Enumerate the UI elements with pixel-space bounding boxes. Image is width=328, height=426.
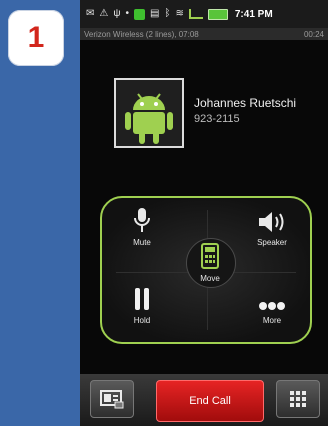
status-time: 7:41 PM <box>234 8 273 20</box>
more-button[interactable]: More <box>242 284 302 325</box>
in-call-controls: Mute Speaker Move Hold More <box>100 196 312 344</box>
call-timer: 00:24 <box>303 29 324 39</box>
contact-card-icon <box>100 390 124 409</box>
speaker-icon <box>259 212 284 232</box>
step-number: 1 <box>27 21 45 54</box>
mute-button[interactable]: Mute <box>112 206 172 247</box>
step-badge: 1 <box>8 10 64 66</box>
app-notification-icon <box>134 8 146 20</box>
mute-label: Mute <box>133 238 151 247</box>
signal-icon <box>188 9 203 19</box>
dialpad-button[interactable] <box>276 380 320 418</box>
call-info-bar: Verizon Wireless (2 lines), 07:08 00:24 <box>80 28 328 40</box>
hold-label: Hold <box>133 316 151 325</box>
pause-icon <box>135 288 149 310</box>
dialpad-icon <box>290 391 306 407</box>
wifi-icon: ≋ <box>175 8 184 19</box>
microphone-icon <box>134 208 150 232</box>
contact-name: Johannes Ruetschi <box>194 96 297 110</box>
carrier-text: Verizon Wireless (2 lines), 07:08 <box>84 29 199 39</box>
more-dots-icon <box>259 302 285 310</box>
merge-button[interactable]: Move <box>180 242 240 283</box>
contact-number: 923-2115 <box>194 113 240 125</box>
bottom-bar: End Call <box>80 374 328 426</box>
sim-icon: ▤ <box>150 8 160 19</box>
status-bar: ✉ ⚠ ψ • ▤ ᛒ ≋ 7:41 PM <box>80 0 328 28</box>
hold-button[interactable]: Hold <box>112 284 172 325</box>
more-label: More <box>262 316 282 325</box>
battery-icon <box>207 8 228 20</box>
speaker-label: Speaker <box>257 238 287 247</box>
desk-phone-icon <box>201 243 219 269</box>
android-robot-icon <box>116 80 182 146</box>
usb-icon: ψ <box>113 8 121 19</box>
warning-icon: ⚠ <box>99 8 109 19</box>
end-call-button[interactable]: End Call <box>156 380 264 422</box>
bluetooth-icon: ᛒ <box>164 8 171 19</box>
merge-label: Move <box>200 274 220 283</box>
contact-card-button[interactable] <box>90 380 134 418</box>
end-call-label: End Call <box>189 395 231 407</box>
speaker-button[interactable]: Speaker <box>242 206 302 247</box>
phone-screen: ✉ ⚠ ψ • ▤ ᛒ ≋ 7:41 PM Verizon Wireless (… <box>80 0 328 426</box>
contact-avatar <box>114 78 184 148</box>
dot-icon: • <box>125 8 130 19</box>
notification-icon: ✉ <box>86 8 95 19</box>
